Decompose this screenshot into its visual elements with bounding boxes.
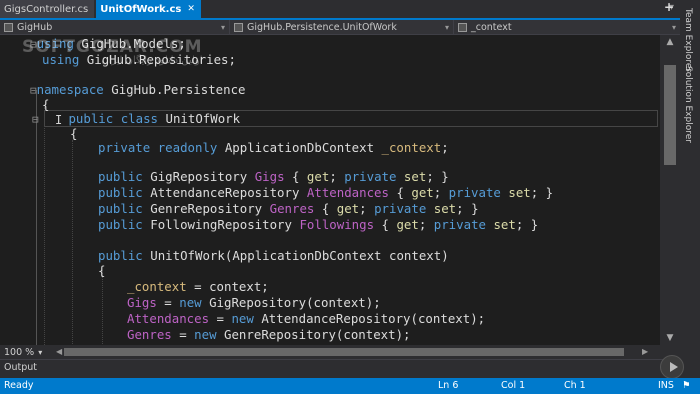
watermark: SOFTGOZAR.COM اولین دانلود رایگان ایران [22,37,203,66]
project-dropdown[interactable]: GigHub ▾ [0,20,230,34]
code-line: public AttendanceRepository Attendances … [98,185,554,200]
code-line: { [98,263,106,278]
status-char: Ch 1 [564,380,586,391]
fold-guide [36,90,37,345]
close-icon[interactable]: ✕ [187,4,195,14]
scroll-down-icon[interactable]: ▼ [663,333,677,343]
chevron-down-icon: ▾ [444,22,449,32]
tab-label: GigsController.cs [4,3,89,15]
code-line: public UnitOfWork(ApplicationDbContext c… [98,248,449,263]
code-editor[interactable]: I ⊟using GigHub.Models; using GigHub.Rep… [0,35,660,345]
tab-unitofwork[interactable]: UnitOfWork.cs ✕ [96,0,201,18]
code-line: public GenreRepository Genres { get; pri… [98,201,479,216]
code-line: Gigs = new GigRepository(context); [127,295,381,310]
code-line: ⊟ public class UnitOfWork [32,111,241,126]
status-line: Ln 6 [438,380,459,391]
team-explorer-tab[interactable]: Team Explorer [683,8,693,72]
editor-bottom-bar: 100 % ▾ ◀ ▶ [0,345,680,359]
zoom-dropdown[interactable]: 100 % ▾ [0,347,54,358]
code-line: _context = context; [127,279,269,294]
class-icon [234,22,243,32]
collapse-icon[interactable]: ⊟ [32,113,39,126]
play-icon[interactable] [660,355,684,379]
chevron-down-icon: ▾ [671,22,676,32]
horizontal-scrollbar[interactable]: ◀ ▶ [54,345,654,359]
status-state: Ready [4,380,34,391]
side-tool-strip: Team Explorer Solution Explorer [680,0,700,380]
output-label: Output [4,362,37,373]
scroll-thumb[interactable] [64,348,624,356]
code-line: public FollowingRepository Followings { … [98,217,539,232]
scroll-right-icon[interactable]: ▶ [642,345,648,359]
output-panel-tab[interactable]: Output [0,359,680,376]
document-tab-bar: GigsController.cs UnitOfWork.cs ✕ ▾ [0,0,680,20]
member-dropdown[interactable]: _context ▾ [454,20,680,34]
split-window-button[interactable]: + [662,1,676,14]
indent-guide [72,140,73,345]
type-dropdown[interactable]: GigHub.Persistence.UnitOfWork ▾ [230,20,454,34]
code-line: public GigRepository Gigs { get; private… [98,169,449,184]
status-insert-mode: INS [658,380,674,391]
code-line: Attendances = new AttendanceRepository(c… [127,311,486,326]
watermark-brand: SOFTGOZAR.COM [22,37,203,57]
zoom-level: 100 % [4,346,35,358]
indent-guide [44,107,45,345]
code-line: ⊟namespace GigHub.Persistence [30,82,246,97]
solution-explorer-tab[interactable]: Solution Explorer [683,66,693,143]
tab-label: UnitOfWork.cs [100,3,182,15]
chevron-down-icon: ▾ [38,347,43,357]
navigation-bar: GigHub ▾ GigHub.Persistence.UnitOfWork ▾… [0,20,680,35]
scroll-thumb[interactable] [664,65,676,165]
collapse-icon[interactable]: ⊟ [30,84,37,97]
type-name: GigHub.Persistence.UnitOfWork [247,21,397,33]
scroll-up-icon[interactable]: ▲ [663,37,677,47]
scroll-left-icon[interactable]: ◀ [56,345,62,359]
vertical-scrollbar[interactable]: ▲ ▼ [660,35,680,345]
tab-gigscontroller[interactable]: GigsController.cs [0,0,95,18]
indent-guide [102,270,103,345]
notification-icon[interactable]: ⚑ [682,380,691,391]
field-icon [458,22,467,32]
status-column: Col 1 [501,380,526,391]
code-line: Genres = new GenreRepository(context); [127,327,411,342]
code-line: { [70,126,78,141]
member-name: _context [471,21,512,33]
chevron-down-icon: ▾ [220,22,225,32]
csharp-project-icon [4,22,13,32]
project-name: GigHub [17,21,53,33]
status-bar: Ready Ln 6 Col 1 Ch 1 INS ⚑ [0,378,700,394]
code-line: private readonly ApplicationDbContext _c… [98,140,449,155]
